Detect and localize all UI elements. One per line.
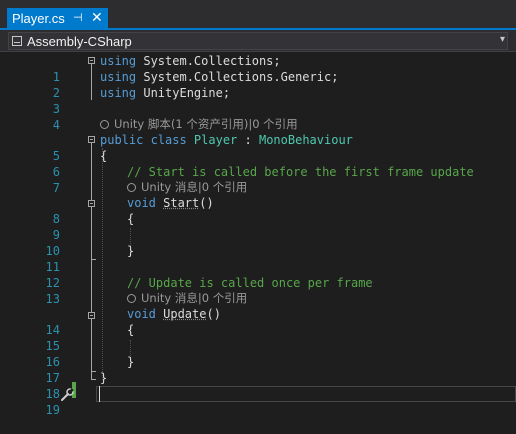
- project-name: Assembly-CSharp: [27, 34, 132, 49]
- method-name[interactable]: Start: [163, 196, 199, 210]
- code-line: 10: [0, 227, 516, 258]
- class-name: Player: [193, 133, 238, 147]
- code-line: 16: [0, 338, 516, 369]
- chevron-down-icon[interactable]: ▾: [500, 34, 505, 45]
- wrench-icon[interactable]: [60, 388, 74, 402]
- code-line: 9 {: [0, 211, 516, 242]
- parens: (): [206, 307, 221, 321]
- code-line: 15 {: [0, 322, 516, 353]
- csharp-project-icon: [12, 36, 22, 46]
- namespace: UnityEngine;: [136, 86, 231, 100]
- close-icon[interactable]: ✕: [91, 9, 103, 26]
- document-tab-strip: Player.cs ⊣ ✕: [0, 0, 516, 30]
- brace: }: [100, 371, 108, 385]
- code-line: 6 {: [0, 148, 516, 179]
- code-line: 7 // Start is called before the first fr…: [0, 164, 516, 195]
- tab-player-cs[interactable]: Player.cs ⊣ ✕: [7, 8, 108, 30]
- unity-icon: [100, 120, 109, 129]
- keyword: using: [100, 70, 137, 84]
- codelens[interactable]: Unity 消息|0 个引用: [0, 179, 516, 195]
- line-number: 19: [45, 403, 60, 417]
- keyword: void: [127, 307, 164, 321]
- code-line: 12: [0, 259, 516, 290]
- code-line: 5 public class Player : MonoBehaviour: [0, 132, 516, 163]
- brace: {: [100, 149, 108, 163]
- code-line: 14 void Update(): [0, 306, 516, 337]
- tab-title: Player.cs: [12, 11, 65, 26]
- base-class: MonoBehaviour: [258, 133, 353, 147]
- code-line: 2 using System.Collections.Generic;: [0, 69, 516, 100]
- code-line: 11 }: [0, 243, 516, 274]
- code-line: 13 // Update is called once per frame: [0, 275, 516, 306]
- code-editor[interactable]: 1 using System.Collections; 2 using Syst…: [0, 52, 516, 417]
- code-line: 18 }: [0, 370, 516, 401]
- keyword: void: [127, 196, 164, 210]
- unity-icon: [127, 183, 136, 192]
- code-line: 17 }: [0, 354, 516, 385]
- code-line: 1 using System.Collections;: [0, 53, 516, 84]
- comment: // Update is called once per frame: [127, 276, 373, 290]
- brace: }: [127, 244, 135, 258]
- project-dropdown[interactable]: Assembly-CSharp ▾: [8, 32, 508, 50]
- text-caret: [99, 386, 100, 402]
- keyword: public class: [100, 133, 194, 147]
- method-name[interactable]: Update: [163, 307, 206, 321]
- brace: }: [127, 355, 135, 369]
- brace: {: [127, 212, 135, 226]
- code-line: 8 void Start(): [0, 195, 516, 226]
- codelens-text[interactable]: Unity 消息|0 个引用: [141, 180, 247, 194]
- codelens-text[interactable]: Unity 消息|0 个引用: [141, 291, 247, 305]
- pin-icon[interactable]: ⊣: [73, 11, 83, 24]
- keyword: using: [100, 86, 137, 100]
- code-line: 3 using UnityEngine;: [0, 85, 516, 116]
- comment: // Start is called before the first fram…: [127, 165, 474, 179]
- code-line: 4: [0, 101, 516, 132]
- separator: :: [237, 133, 259, 147]
- namespace: System.Collections.Generic;: [136, 70, 339, 84]
- codelens[interactable]: Unity 消息|0 个引用: [0, 290, 516, 306]
- codelens-text[interactable]: Unity 脚本(1 个资产引用)|0 个引用: [114, 117, 298, 131]
- brace: {: [127, 323, 135, 337]
- parens: (): [199, 196, 214, 210]
- navigation-bar: Assembly-CSharp ▾: [0, 30, 516, 52]
- keyword: using: [100, 54, 137, 68]
- unity-icon: [127, 294, 136, 303]
- namespace: System.Collections;: [136, 54, 281, 68]
- code-line-current[interactable]: 19: [0, 386, 516, 417]
- codelens[interactable]: Unity 脚本(1 个资产引用)|0 个引用: [0, 116, 516, 132]
